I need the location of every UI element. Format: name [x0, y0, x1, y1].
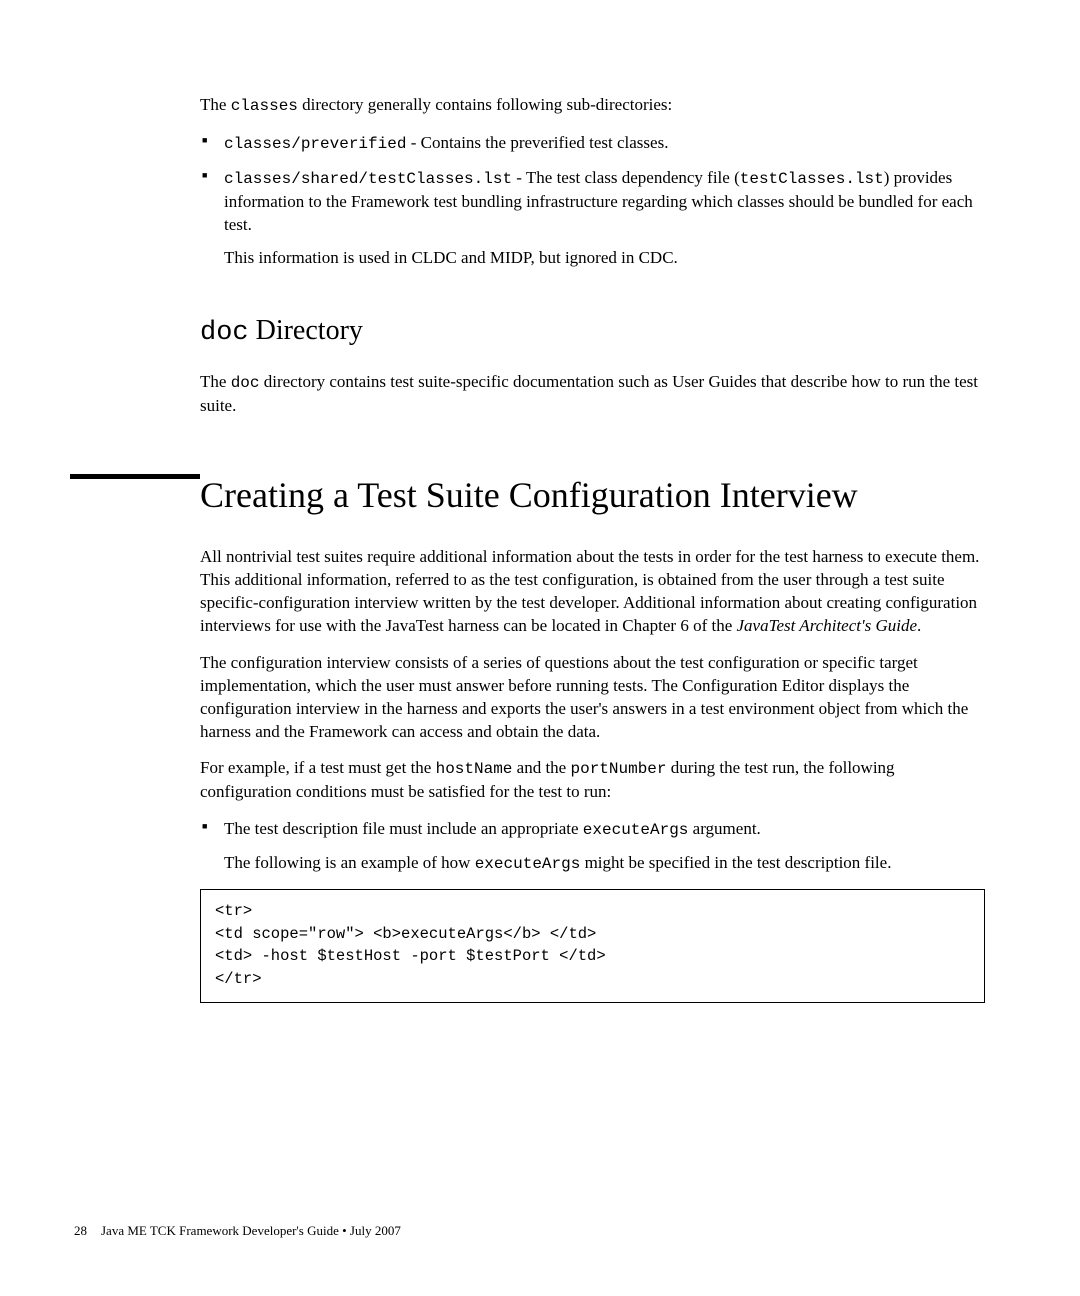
- text: The: [200, 372, 231, 391]
- intro-paragraph: The classes directory generally contains…: [200, 94, 985, 118]
- rule-bar: [70, 474, 200, 479]
- text: directory generally contains following s…: [298, 95, 672, 114]
- italic-title: JavaTest Architect's Guide: [737, 616, 918, 635]
- text: - The test class dependency file (: [512, 168, 740, 187]
- text: Directory: [249, 315, 363, 346]
- code: classes: [231, 97, 298, 115]
- doc-directory-heading: doc Directory: [200, 314, 985, 349]
- main-p3: For example, if a test must get the host…: [200, 757, 985, 804]
- code: testClasses.lst: [740, 170, 884, 188]
- footer-text: Java ME TCK Framework Developer's Guide …: [101, 1223, 401, 1238]
- text: The test description file must include a…: [224, 819, 583, 838]
- code: hostName: [436, 760, 513, 778]
- text: For example, if a test must get the: [200, 758, 436, 777]
- main-p2: The configuration interview consists of …: [200, 652, 985, 744]
- list-item: classes/preverified - Contains the preve…: [200, 132, 985, 156]
- list-item: The test description file must include a…: [200, 818, 985, 875]
- text: The: [200, 95, 231, 114]
- conditions-list: The test description file must include a…: [200, 818, 985, 875]
- code: executeArgs: [475, 855, 581, 873]
- sub-paragraph: This information is used in CLDC and MID…: [224, 247, 985, 270]
- text: and the: [512, 758, 570, 777]
- classes-subdir-list: classes/preverified - Contains the preve…: [200, 132, 985, 270]
- main-p1: All nontrivial test suites require addit…: [200, 546, 985, 638]
- code: classes/shared/testClasses.lst: [224, 170, 512, 188]
- text: .: [917, 616, 921, 635]
- list-item: classes/shared/testClasses.lst - The tes…: [200, 167, 985, 269]
- text: directory contains test suite-specific d…: [200, 372, 978, 415]
- page-number: 28: [74, 1223, 87, 1238]
- doc-paragraph: The doc directory contains test suite-sp…: [200, 371, 985, 418]
- code: executeArgs: [583, 821, 689, 839]
- main-heading: Creating a Test Suite Configuration Inte…: [200, 474, 985, 516]
- sub-paragraph: The following is an example of how execu…: [224, 852, 985, 876]
- code: classes/preverified: [224, 135, 406, 153]
- text: might be specified in the test descripti…: [580, 853, 891, 872]
- code-example: <tr> <td scope="row"> <b>executeArgs</b>…: [200, 889, 985, 1003]
- code: doc: [231, 374, 260, 392]
- page-footer: 28 Java ME TCK Framework Developer's Guid…: [74, 1222, 401, 1240]
- code: doc: [200, 318, 249, 348]
- text: - Contains the preverified test classes.: [406, 133, 668, 152]
- code: portNumber: [570, 760, 666, 778]
- text: The following is an example of how: [224, 853, 475, 872]
- text: argument.: [688, 819, 760, 838]
